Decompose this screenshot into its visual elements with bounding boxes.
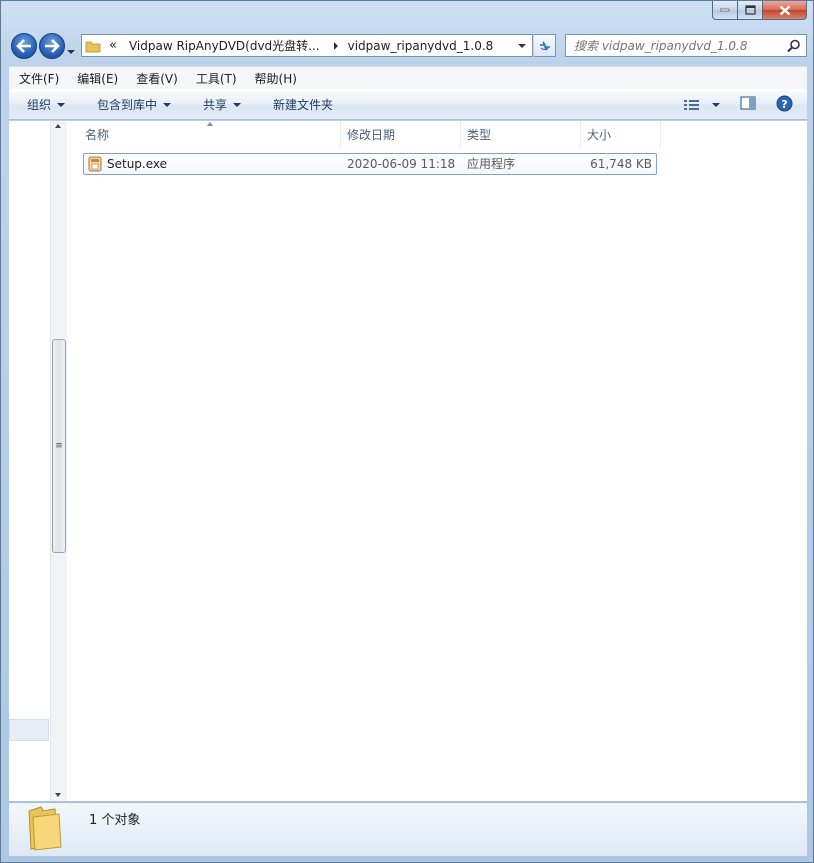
minimize-icon (720, 8, 730, 12)
menu-view[interactable]: 查看(V) (126, 70, 186, 87)
file-size: 61,748 KB (590, 157, 652, 171)
folder-icon (85, 41, 101, 52)
organize-button[interactable]: 组织 (9, 96, 79, 113)
command-bar: 组织 包含到库中 共享 新建文件夹 ? (9, 89, 807, 120)
folder-icon (28, 806, 62, 851)
share-button[interactable]: 共享 (185, 96, 255, 113)
scroll-up-icon[interactable] (55, 124, 61, 128)
search-icon[interactable] (787, 39, 801, 53)
item-count: 1 个对象 (89, 813, 141, 828)
address-dropdown-icon[interactable] (518, 44, 526, 48)
chevron-down-icon (163, 102, 172, 107)
installer-icon (88, 156, 102, 172)
file-date: 2020-06-09 11:18 (347, 157, 456, 171)
refresh-icon (539, 41, 550, 50)
address-bar[interactable]: « Vidpaw RipAnyDVD(dvd光盘转... vidpaw_ripa… (81, 34, 533, 57)
back-button[interactable] (11, 33, 37, 59)
organize-label: 组织 (27, 98, 52, 112)
search-input[interactable] (574, 38, 774, 53)
menu-help[interactable]: 帮助(H) (245, 70, 305, 87)
new-folder-button[interactable]: 新建文件夹 (255, 96, 347, 113)
close-button[interactable] (763, 1, 807, 20)
breadcrumb-item-current[interactable]: vidpaw_ripanydvd_1.0.8 (348, 39, 494, 53)
details-view-icon (684, 99, 699, 110)
search-box[interactable] (565, 34, 807, 57)
file-row[interactable]: Setup.exe 2020-06-09 11:18 应用程序 61,748 K… (83, 153, 657, 175)
chevron-down-icon (712, 102, 720, 107)
column-header-date[interactable]: 修改日期 (341, 121, 461, 147)
status-bar: 1 个对象 (9, 802, 807, 856)
navigation-selected-item[interactable] (9, 719, 49, 741)
breadcrumb-separator-icon[interactable] (333, 41, 338, 50)
chevron-down-icon (57, 102, 66, 107)
include-in-library-button[interactable]: 包含到库中 (79, 96, 185, 113)
help-icon: ? (776, 95, 793, 111)
preview-pane-icon (740, 96, 756, 110)
refresh-button[interactable] (534, 34, 556, 57)
explorer-window: « Vidpaw RipAnyDVD(dvd光盘转... vidpaw_ripa… (0, 0, 814, 863)
scrollbar-thumb[interactable]: ≡ (52, 339, 66, 553)
forward-arrow-icon (45, 39, 60, 53)
close-icon (779, 5, 790, 15)
back-arrow-icon (16, 39, 31, 53)
file-type: 应用程序 (467, 157, 516, 171)
navigation-scrollbar[interactable]: ≡ (50, 121, 67, 801)
share-label: 共享 (203, 98, 228, 112)
recent-pages-dropdown[interactable] (67, 43, 75, 57)
view-options-button[interactable] (684, 99, 720, 111)
preview-pane-button[interactable] (740, 96, 756, 113)
chevron-down-icon (233, 102, 242, 107)
maximize-icon (744, 5, 756, 15)
column-header-name[interactable]: 名称 (79, 121, 341, 147)
caption-buttons (712, 1, 807, 20)
menu-bar: 文件(F) 编辑(E) 查看(V) 工具(T) 帮助(H) (9, 66, 807, 90)
scroll-down-icon[interactable] (55, 793, 61, 797)
file-name: Setup.exe (107, 157, 168, 171)
column-header-type[interactable]: 类型 (461, 121, 581, 147)
maximize-button[interactable] (738, 1, 763, 20)
breadcrumb-item[interactable]: Vidpaw RipAnyDVD(dvd光盘转... (129, 37, 320, 54)
svg-text:?: ? (781, 98, 787, 111)
menu-file[interactable]: 文件(F) (9, 70, 67, 87)
forward-button[interactable] (39, 33, 65, 59)
include-library-label: 包含到库中 (97, 98, 158, 112)
minimize-button[interactable] (712, 1, 738, 20)
column-header-size[interactable]: 大小 (581, 121, 661, 147)
new-folder-label: 新建文件夹 (273, 98, 334, 112)
breadcrumb-overflow[interactable]: « (109, 38, 117, 53)
help-button[interactable]: ? (776, 95, 793, 115)
menu-tools[interactable]: 工具(T) (186, 70, 245, 87)
menu-edit[interactable]: 编辑(E) (67, 70, 126, 87)
file-list[interactable]: 名称 修改日期 类型 大小 Setup.exe 2020-06-09 11:18… (67, 121, 807, 801)
